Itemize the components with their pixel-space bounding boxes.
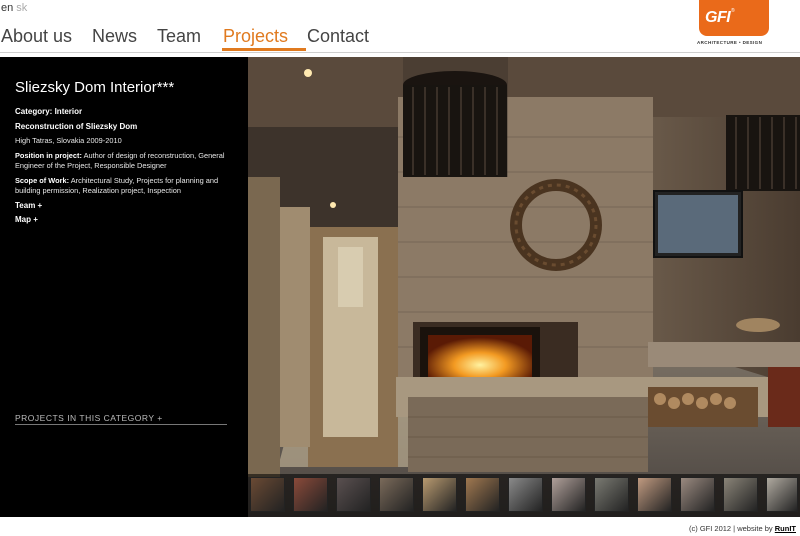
nav-news[interactable]: News: [92, 26, 137, 47]
thumbnail[interactable]: [723, 477, 758, 512]
language-switcher: en sk: [1, 2, 27, 14]
projects-link-underline: [15, 424, 227, 425]
position-label: Position in project:: [15, 150, 82, 160]
thumbnail-strip: [248, 474, 800, 517]
category-value: Interior: [54, 107, 83, 116]
thumbnail[interactable]: [336, 477, 371, 512]
project-name: Reconstruction of Sliezsky Dom: [15, 121, 138, 131]
thumbnail[interactable]: [637, 477, 672, 512]
project-place: High Tatras, Slovakia 2009-2010: [15, 136, 122, 145]
nav-contact[interactable]: Contact: [307, 26, 369, 47]
map-toggle[interactable]: Map +: [15, 215, 237, 226]
project-info-panel: Sliezsky Dom Interior*** Category: Inter…: [0, 57, 248, 517]
logo-mark: GFI: [705, 9, 731, 26]
project-scope: Scope of Work: Architectural Study, Proj…: [15, 176, 237, 197]
project-photo: [248, 57, 800, 517]
lang-sk-link[interactable]: sk: [16, 2, 27, 14]
project-position: Position in project: Author of design of…: [15, 151, 237, 172]
interior-photo-illustration: [248, 57, 800, 517]
thumbnail[interactable]: [250, 477, 285, 512]
nav-projects[interactable]: Projects: [223, 26, 288, 47]
project-title: Sliezsky Dom Interior***: [15, 79, 175, 96]
category-label: Category:: [15, 107, 53, 116]
thumbnail[interactable]: [465, 477, 500, 512]
footer: (c) GFI 2012 | website by RunIT: [689, 524, 796, 533]
thumbnail[interactable]: [293, 477, 328, 512]
logo-registered: ®: [731, 8, 735, 14]
projects-in-category-link[interactable]: PROJECTS IN THIS CATEGORY +: [15, 413, 163, 423]
header-divider: [0, 52, 800, 53]
lang-en-link[interactable]: en: [1, 2, 13, 14]
thumbnail[interactable]: [508, 477, 543, 512]
footer-copyright: (c) GFI 2012 | website by: [689, 524, 773, 533]
thumbnail[interactable]: [551, 477, 586, 512]
thumbnail[interactable]: [422, 477, 457, 512]
scope-label: Scope of Work:: [15, 175, 70, 185]
thumbnail[interactable]: [766, 477, 798, 512]
nav-team[interactable]: Team: [157, 26, 201, 47]
nav-active-underline: [222, 48, 306, 51]
nav-about-us[interactable]: About us: [1, 26, 72, 47]
team-toggle[interactable]: Team +: [15, 201, 237, 212]
thumbnail[interactable]: [594, 477, 629, 512]
project-category: Category: Interior: [15, 107, 237, 118]
project-details: Category: Interior Reconstruction of Sli…: [15, 107, 237, 230]
logo-tagline: ARCHITECTURE • DESIGN: [697, 40, 763, 45]
thumbnail[interactable]: [680, 477, 715, 512]
thumbnail[interactable]: [379, 477, 414, 512]
footer-runit-link[interactable]: RunIT: [775, 524, 796, 533]
gfi-logo[interactable]: GFI ®: [699, 0, 769, 36]
